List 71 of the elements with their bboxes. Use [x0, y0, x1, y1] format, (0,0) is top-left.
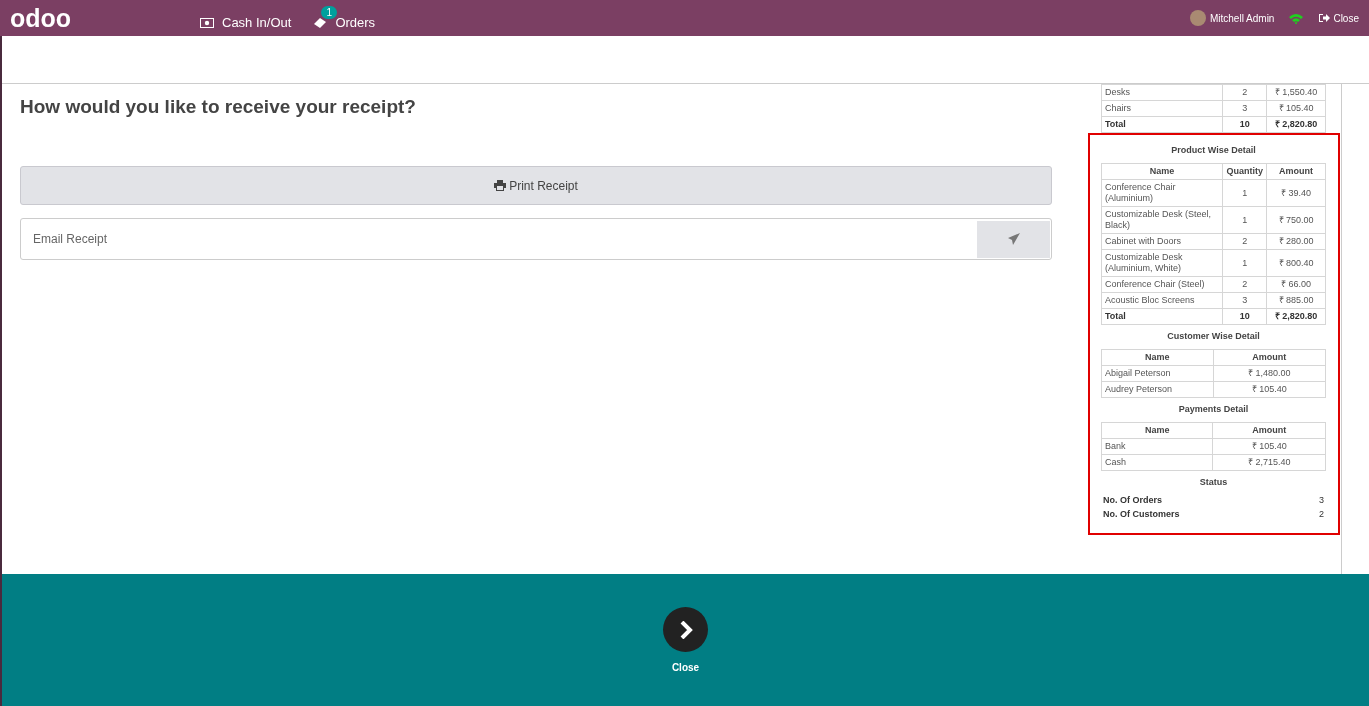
logo: odoo — [10, 3, 73, 34]
table-cell: 2 — [1222, 84, 1267, 101]
column-header: Quantity — [1222, 163, 1267, 180]
total-cell: ₹ 2,820.80 — [1266, 308, 1326, 325]
table-cell: 3 — [1222, 292, 1267, 309]
next-button[interactable] — [663, 607, 708, 652]
table-cell: Acoustic Bloc Screens — [1101, 292, 1223, 309]
send-icon — [1007, 233, 1020, 245]
printer-icon — [494, 180, 507, 191]
sign-out-icon — [1318, 13, 1331, 23]
column-header: Amount — [1266, 163, 1326, 180]
table-cell: ₹ 885.00 — [1266, 292, 1326, 309]
section-title: Product Wise Detail — [1170, 145, 1257, 155]
column-header: Amount — [1213, 349, 1326, 366]
table-cell: Customizable Desk (Steel, Black) — [1101, 206, 1223, 234]
table-cell: ₹ 66.00 — [1266, 276, 1326, 293]
total-cell: ₹ 2,820.80 — [1266, 116, 1326, 133]
nav-button[interactable]: 1 Orders — [313, 6, 376, 30]
column-header: Name — [1101, 349, 1213, 366]
table-cell: 3 — [1222, 100, 1267, 117]
column-header: Name — [1101, 163, 1223, 180]
print-receipt-button[interactable]: Print Receipt — [20, 166, 1052, 205]
table-cell: Chairs — [1101, 100, 1223, 117]
table-cell: ₹ 39.40 — [1266, 179, 1326, 207]
table-cell: 1 — [1222, 179, 1267, 207]
close-button[interactable]: Close — [1318, 12, 1359, 24]
total-cell: 10 — [1222, 308, 1267, 325]
banknote-icon — [200, 17, 214, 28]
section-title: Payments Detail — [1177, 404, 1250, 414]
table-cell: ₹ 2,715.40 — [1212, 454, 1326, 471]
table-cell: 1 — [1222, 206, 1267, 234]
total-cell: 10 — [1222, 116, 1267, 133]
status-value: 2 — [1319, 509, 1324, 519]
column-header: Amount — [1212, 422, 1326, 439]
status-label: No. Of Orders — [1103, 495, 1162, 505]
avatar — [1189, 10, 1206, 26]
table-cell: Desks — [1101, 84, 1223, 101]
table-cell: ₹ 280.00 — [1266, 233, 1326, 250]
nav-button[interactable]: Cash In/Out — [200, 6, 292, 30]
status-label: No. Of Customers — [1103, 509, 1180, 519]
column-header: Name — [1101, 422, 1213, 439]
table-cell: ₹ 1,480.00 — [1213, 365, 1326, 382]
table-cell: 2 — [1222, 233, 1267, 250]
section-title: Customer Wise Detail — [1166, 331, 1261, 341]
table-cell: 2 — [1222, 276, 1267, 293]
user-name[interactable]: Mitchell Admin — [1209, 12, 1275, 24]
table-cell: Abigail Peterson — [1101, 365, 1213, 382]
table-cell: Cabinet with Doors — [1101, 233, 1223, 250]
table-cell: ₹ 750.00 — [1266, 206, 1326, 234]
table-cell: Conference Chair (Steel) — [1101, 276, 1223, 293]
table-cell: Bank — [1101, 438, 1213, 455]
table-cell: Cash — [1101, 454, 1213, 471]
table-cell: 1 — [1222, 249, 1267, 277]
table-cell: ₹ 800.40 — [1266, 249, 1326, 277]
table-cell: Audrey Peterson — [1101, 381, 1213, 398]
count-badge: 1 — [321, 6, 337, 19]
section-title: Status — [1198, 477, 1229, 487]
chevron-right-icon — [678, 620, 693, 639]
close-label: Close — [671, 662, 700, 673]
status-value: 3 — [1319, 495, 1324, 505]
email-field-frame[interactable]: Email Receipt — [20, 218, 1052, 260]
table-cell: ₹ 105.40 — [1213, 381, 1326, 398]
table-cell: ₹ 1,550.40 — [1266, 84, 1326, 101]
table-cell: Customizable Desk (Aluminium, White) — [1101, 249, 1223, 277]
total-cell: Total — [1101, 308, 1223, 325]
receipt-question: How would you like to receive your receipt? — [20, 96, 417, 118]
total-cell: Total — [1101, 116, 1223, 133]
table-cell: Conference Chair (Aluminium) — [1101, 179, 1223, 207]
table-cell: ₹ 105.40 — [1212, 438, 1326, 455]
table-cell: ₹ 105.40 — [1266, 100, 1326, 117]
wifi-icon — [1288, 12, 1305, 24]
